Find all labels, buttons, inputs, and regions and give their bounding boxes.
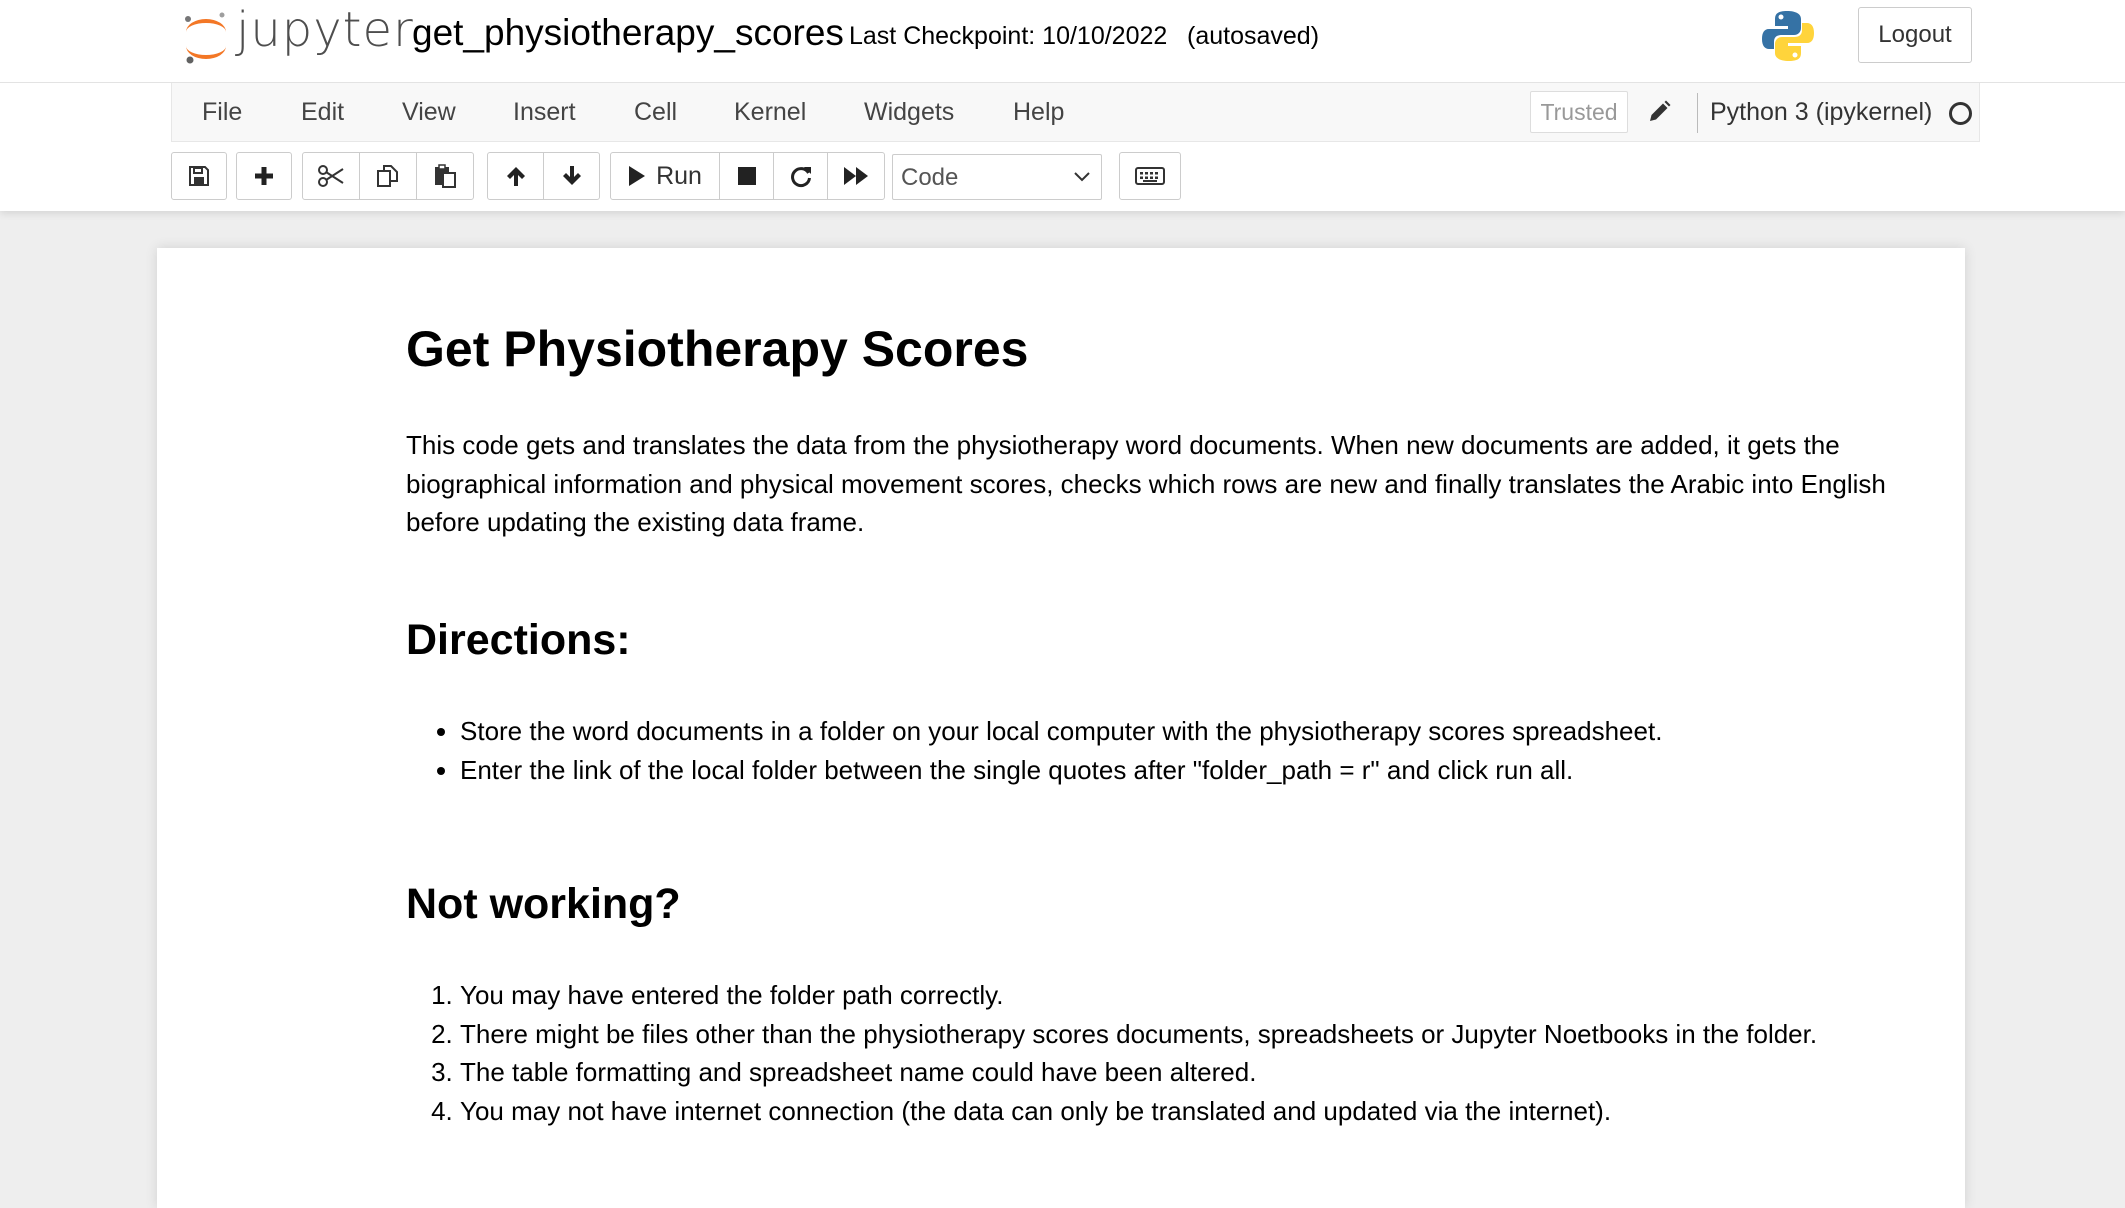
menu-help[interactable]: Help: [1013, 83, 1064, 142]
menu-view[interactable]: View: [402, 83, 456, 142]
move-down-button[interactable]: [543, 152, 600, 200]
cell-type-value: Code: [901, 164, 959, 191]
intro-paragraph: This code gets and translates the data f…: [406, 430, 1886, 537]
menu-widgets[interactable]: Widgets: [864, 83, 954, 142]
not-working-list: You may have entered the folder path cor…: [406, 976, 1910, 1130]
kernel-idle-indicator-icon: [1949, 102, 1972, 125]
not-working-heading: Not working?: [406, 880, 681, 928]
paste-button[interactable]: [416, 152, 474, 200]
notebook-header: jupyter get_physiotherapy_scores Last Ch…: [0, 0, 2125, 211]
cut-button[interactable]: [302, 152, 360, 200]
directions-heading: Directions:: [406, 616, 631, 664]
command-palette-button[interactable]: [1119, 152, 1181, 200]
arrow-up-icon: [506, 167, 525, 186]
run-button-label: Run: [656, 161, 702, 190]
menu-kernel[interactable]: Kernel: [734, 83, 806, 142]
list-item: You may not have internet connection (th…: [460, 1092, 1910, 1131]
play-icon: [629, 166, 646, 186]
menu-edit[interactable]: Edit: [301, 83, 344, 142]
python-logo-icon: [1762, 11, 1814, 61]
menu-cell[interactable]: Cell: [634, 83, 677, 142]
autosave-status: (autosaved): [1187, 22, 1320, 50]
list-item: The table formatting and spreadsheet nam…: [460, 1053, 1910, 1092]
list-item: Store the word documents in a folder on …: [460, 712, 1910, 751]
notebook-page: Get Physiotherapy Scores This code gets …: [157, 248, 1965, 1208]
arrow-down-icon: [562, 166, 581, 185]
toolbar: Run Code: [0, 152, 2125, 202]
menu-bar: File Edit View Insert Cell Kernel Widget…: [171, 83, 1980, 142]
scissors-icon: [318, 165, 344, 187]
menu-insert[interactable]: Insert: [513, 83, 576, 142]
restart-run-all-button[interactable]: [827, 152, 885, 200]
kernel-name[interactable]: Python 3 (ipykernel): [1710, 83, 1932, 141]
fast-forward-icon: [844, 167, 868, 185]
insert-cell-button[interactable]: [236, 152, 292, 200]
jupyter-logo-text[interactable]: jupyter: [236, 2, 414, 58]
save-button[interactable]: [171, 152, 227, 200]
copy-icon: [377, 165, 398, 187]
list-item: You may have entered the folder path cor…: [460, 976, 1910, 1015]
pencil-icon[interactable]: [1646, 99, 1672, 125]
directions-list: Store the word documents in a folder on …: [406, 712, 1910, 789]
move-up-button[interactable]: [487, 152, 544, 200]
notebook-title-heading: Get Physiotherapy Scores: [406, 321, 1029, 377]
header-top-row: jupyter get_physiotherapy_scores Last Ch…: [0, 0, 2125, 83]
trusted-indicator[interactable]: Trusted: [1530, 91, 1628, 133]
checkpoint-status: Last Checkpoint: 10/10/2022: [849, 22, 1168, 50]
paste-icon: [435, 164, 456, 188]
save-icon: [189, 166, 209, 186]
plus-icon: [255, 167, 273, 185]
keyboard-icon: [1135, 167, 1165, 185]
run-button[interactable]: Run: [610, 152, 720, 200]
stop-icon: [737, 167, 756, 185]
list-item: There might be files other than the phys…: [460, 1015, 1910, 1054]
chevron-down-icon: [1074, 172, 1090, 182]
restart-icon: [790, 167, 811, 188]
restart-kernel-button[interactable]: [773, 152, 828, 200]
notebook-name[interactable]: get_physiotherapy_scores: [412, 12, 844, 54]
copy-button[interactable]: [359, 152, 417, 200]
cell-type-select[interactable]: Code: [892, 154, 1102, 200]
list-item: Enter the link of the local folder betwe…: [460, 751, 1910, 790]
jupyter-logo-icon[interactable]: [178, 10, 234, 66]
logout-button[interactable]: Logout: [1858, 7, 1972, 63]
menu-file[interactable]: File: [202, 83, 242, 142]
interrupt-kernel-button[interactable]: [719, 152, 774, 200]
menubar-divider: [1697, 93, 1698, 133]
